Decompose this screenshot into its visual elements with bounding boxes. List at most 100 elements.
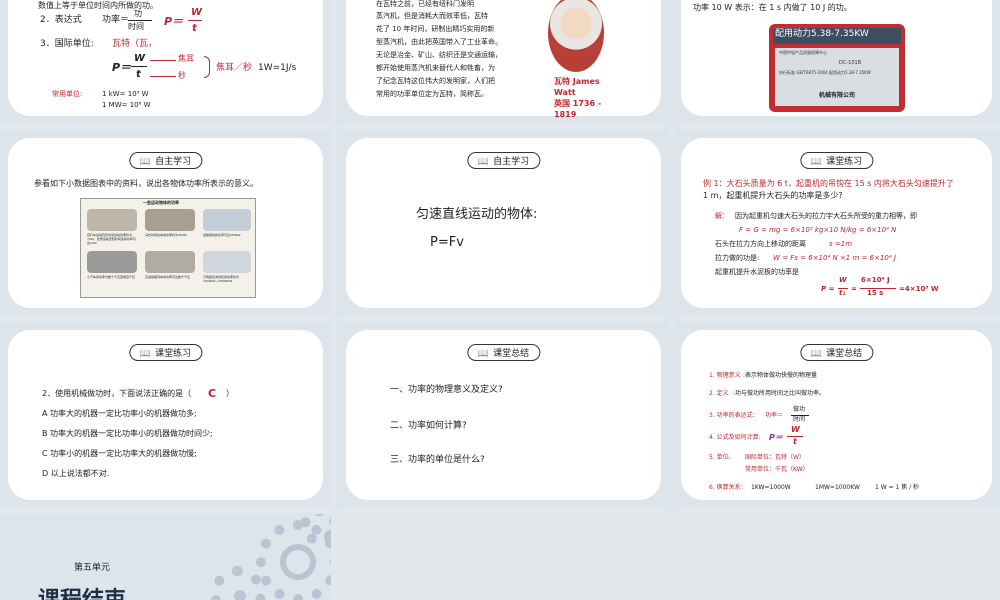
portrait-name: 瓦特 James xyxy=(554,77,600,86)
summary-expression-text: 功率＝ xyxy=(765,412,784,419)
portrait-life: 英国 1736 - xyxy=(554,99,602,108)
power-label: 起重机提升水泥板的功率是 xyxy=(715,268,799,276)
summary-meaning-text: :表示物体做功快慢的物理量 xyxy=(743,372,818,379)
power-meaning-text: 功率 10 W 表示：在 1 s 内做了 10 J 的功。 xyxy=(693,3,852,12)
caption-car: 小汽车的功率为数十千瓦至两百千瓦 xyxy=(87,275,136,279)
formula-w: W xyxy=(191,7,203,18)
summary-definition-text: :功与做功所用时间之比叫做功率。 xyxy=(733,390,826,397)
common-unit-label: 常用单位: xyxy=(52,90,83,98)
history-line-3: 型蒸汽机，由此把英国带入了工业革命。 xyxy=(376,38,502,46)
history-line-7: 常用的功率单位定为瓦特，简称瓦。 xyxy=(376,90,488,98)
example-question-2: 1 m，起重机提升大石头的功率是多少? xyxy=(703,191,843,200)
history-line-6: 了纪念瓦特这位伟大的发明家，人们把 xyxy=(376,77,495,85)
summary-common-unit: 常用单位：千瓦（KW） xyxy=(745,466,809,473)
summary-tag: 📖 课堂总结 xyxy=(799,344,874,361)
caption-bicycle: 自行车运动员长时间运动功率约为70W，优秀运动员短时间运动功率可达1kW xyxy=(87,233,136,246)
slide-thumbnail-6[interactable]: 📖 课堂练习 例 1：大石头质量为 6 t，起重机的吊钩在 15 s 内将大石头匀… xyxy=(675,130,1000,316)
slide-thumbnail-10[interactable]: 第五单元 课程结束 xyxy=(0,514,331,600)
instruction-text: 参看如下小数据图表中的资料，说出各物体功率所表示的意义。 xyxy=(34,179,258,188)
summary-formula-label: 4. 公式及如何计算: xyxy=(709,434,761,441)
slide-thumbnail-4[interactable]: 📖 自主学习 参看如下小数据图表中的资料，说出各物体功率所表示的意义。 一些运动物… xyxy=(0,130,331,316)
joule-label: 焦耳 xyxy=(178,54,194,63)
slide-thumbnail-3[interactable]: 功率 10 W 表示：在 1 s 内做了 10 J 的功。 配用动力5.38-7… xyxy=(675,0,1000,124)
joule-per-second: 焦耳／秒 xyxy=(216,63,253,73)
question-text: 2．使用机械做功时，下面说法正确的是（ xyxy=(42,389,192,398)
slide-thumbnail-7[interactable]: 📖 课堂练习 2．使用机械做功时，下面说法正确的是（ C ） A 功率大的机器一定… xyxy=(0,322,331,508)
portrait-life-2: 1819 xyxy=(554,110,577,119)
summary-expression-num: 做功 xyxy=(793,406,806,413)
si-unit-value: 瓦特（瓦， xyxy=(112,39,158,49)
answer-text: C xyxy=(208,387,217,400)
history-line-4: 无论是冶金、矿山、纺织还是交通运输， xyxy=(376,51,502,59)
summary-conversion-watt: 1 W = 1 焦 / 秒 xyxy=(875,484,920,491)
option-b: B 功率大的机器一定比功率小的机器做功时间少; xyxy=(42,429,213,438)
power-result: =4×10³ W xyxy=(899,285,939,293)
option-d: D 以上说法都不对. xyxy=(42,469,110,478)
history-text-top: 在瓦特之前，已经有纽科门发明 xyxy=(376,0,474,8)
kilowatt-conversion: 1 kW= 10³ W xyxy=(102,90,149,98)
history-line-2: 花了 10 年时间，研制出精巧实用的新 xyxy=(376,25,495,33)
example-question: 例 1：大石头质量为 6 t，起重机的吊钩在 15 s 内将大石头匀速提升了 xyxy=(703,179,954,188)
summary-expression-label: 3. 功率的表达式： xyxy=(709,412,759,419)
book-icon: 📖 xyxy=(810,349,823,359)
slide-thumbnail-5[interactable]: 📖 自主学习 匀速直线运动的物体: P=Fv xyxy=(338,130,669,316)
power-num-value: 6×10⁴ J xyxy=(861,276,890,284)
summary-formula-p: P＝ xyxy=(769,433,783,442)
question-end: ） xyxy=(226,389,234,398)
self-study-tag: 📖 自主学习 xyxy=(128,152,203,169)
force-equation: F = G = mg = 6×10³ kg×10 N/kg = 6×10⁴ N xyxy=(739,226,897,234)
option-a: A 功率大的机器一定比功率小的机器做功多; xyxy=(42,409,197,418)
unit-label: 第五单元 xyxy=(74,563,111,573)
slide-thumbnail-8[interactable]: 📖 课堂总结 一、功率的物理意义及定义? 二、功率如何计算? 三、功率的单位是什么… xyxy=(338,322,669,508)
exercise-tag: 📖 课堂练习 xyxy=(799,152,874,169)
second-label: 秒 xyxy=(178,71,186,80)
summary-definition-label: 2. 定义 xyxy=(709,390,729,397)
summary-formula-t: t xyxy=(793,437,797,446)
book-icon: 📖 xyxy=(139,157,152,167)
book-icon: 📖 xyxy=(477,349,490,359)
history-line-5: 都开始使用蒸汽机来替代人和牲畜，为 xyxy=(376,64,495,72)
power-t: t₁ xyxy=(839,289,846,297)
slide-thumbnail-1[interactable]: 数值上等于单位时间内所做的功。 2．表达式 功率＝ 功 时间 P＝ W t 3．… xyxy=(0,0,331,124)
slide-thumbnail-9[interactable]: 📖 课堂总结 1. 物理意义 :表示物体做功快慢的物理量 2. 定义 :功与做功所… xyxy=(675,322,1000,508)
power-velocity-formula: P=Fv xyxy=(430,235,464,250)
equals-sign: = xyxy=(851,285,857,293)
work-value: W = Fs = 6×10⁴ N ×1 m = 6×10⁴ J xyxy=(773,254,896,262)
option-c: C 功率小的机器一定比功率大的机器做功慢; xyxy=(42,449,197,458)
work-label: 拉力做的功是: xyxy=(715,254,760,262)
caption-train: 高速铁路列车的功率可达数千千瓦 xyxy=(145,275,191,279)
book-icon: 📖 xyxy=(139,349,152,359)
summary-conversion-kw: 1KW=1000W xyxy=(751,484,791,491)
summary-unit-label: 5. 单位: xyxy=(709,454,731,461)
fraction-numerator: 功 xyxy=(134,9,142,18)
solution-label: 解： xyxy=(715,212,729,220)
summary-question-2: 二、功率如何计算? xyxy=(390,421,467,431)
slide-thumbnail-2[interactable]: 在瓦特之前，已经有纽科门发明 蒸汽机，但是消耗大而效率低，瓦特 花了 10 年时… xyxy=(338,0,669,124)
distance-label: 石头在拉力方向上移动的距离 xyxy=(715,240,806,248)
megawatt-conversion: 1 MW= 10⁶ W xyxy=(102,101,151,109)
solution-text: 因为起重机匀速大石头的拉力宇大石头所受的重力相等，即 xyxy=(735,212,917,220)
distance-value: s =1m xyxy=(829,240,853,248)
image-title: 一些运动物体的功率 xyxy=(143,200,179,205)
history-line-1: 蒸汽机，但是消耗大而效率低，瓦特 xyxy=(376,12,488,20)
unit-formula-w: W xyxy=(134,53,146,64)
watt-portrait xyxy=(548,0,604,72)
one-watt-equation: 1W=1J/s xyxy=(258,63,297,73)
summary-question-1: 一、功率的物理意义及定义? xyxy=(390,385,503,395)
summary-formula-w: W xyxy=(791,425,800,434)
unit-formula-t: t xyxy=(136,69,141,80)
power-w: W xyxy=(839,276,847,284)
book-icon: 📖 xyxy=(810,157,823,167)
power-data-image: 一些运动物体的功率 自行车运动员长时间运动功率约为70W，优秀运动员短时间运动功… xyxy=(80,198,256,298)
summary-question-3: 三、功率的单位是什么? xyxy=(390,455,485,465)
nameplate-model: DC-101B xyxy=(839,60,862,66)
nameplate-title: 配用动力5.38-7.35KW xyxy=(775,29,869,39)
self-study-tag: 📖 自主学习 xyxy=(466,152,541,169)
nameplate-line-2: 执行标准 GB/T6875-2004 配用动力5.38-7.35KW xyxy=(779,70,871,75)
caption-whale: 蓝鲸游动的功率可达350kW xyxy=(203,233,241,237)
si-unit-label: 3．国际单位: xyxy=(40,39,94,49)
caption-horse: 马长时间拉车的功率约为450W xyxy=(145,233,187,237)
power-p: P = xyxy=(821,285,835,293)
exercise-tag: 📖 课堂练习 xyxy=(128,344,203,361)
book-icon: 📖 xyxy=(477,157,490,167)
